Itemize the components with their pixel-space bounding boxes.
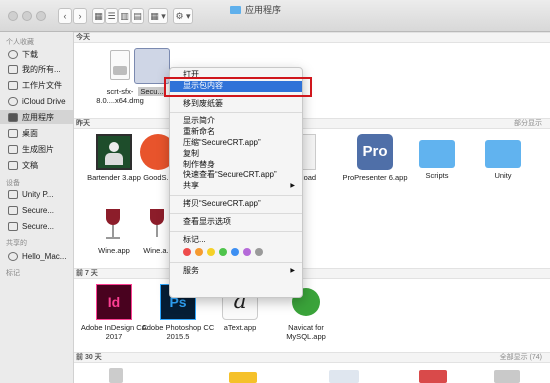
menu-separator <box>170 112 302 114</box>
sidebar-item-documents[interactable]: 文稿 <box>0 158 73 172</box>
documents-icon <box>8 80 18 90</box>
tag-orange[interactable] <box>195 248 203 257</box>
sidebar-item-all-files[interactable]: 我的所有... <box>0 62 73 76</box>
menu-separator <box>170 230 302 232</box>
partial-app-icon[interactable] <box>419 370 447 383</box>
icon-view-button[interactable]: ▦ <box>92 8 105 24</box>
menu-item-get-info[interactable]: 显示简介 <box>170 116 302 127</box>
cover-flow-button[interactable]: ▤ <box>131 8 144 24</box>
folder-icon <box>8 144 18 154</box>
show-partial-link[interactable]: 部分显示 <box>514 119 542 129</box>
applications-icon <box>8 112 18 122</box>
sidebar-item-images[interactable]: 生成图片 <box>0 142 73 156</box>
menu-item-share[interactable]: 共享 ▶ <box>170 181 302 192</box>
tag-red[interactable] <box>183 248 191 257</box>
partial-app-icon[interactable] <box>229 372 257 383</box>
back-button[interactable]: ‹ <box>58 8 72 24</box>
tag-purple[interactable] <box>243 248 251 257</box>
file-item-scripts[interactable]: Scripts <box>401 134 473 180</box>
sidebar-item-icloud-drive[interactable]: iCloud Drive <box>0 94 73 108</box>
favorites-header: 个人收藏 <box>6 39 34 46</box>
action-gear-button[interactable]: ⚙ ▾ <box>173 8 193 24</box>
zoom-window-button[interactable] <box>36 11 46 21</box>
folder-icon <box>485 140 521 168</box>
list-view-button[interactable]: ☰ <box>105 8 118 24</box>
documents-icon <box>8 160 18 170</box>
menu-item-duplicate[interactable]: 复制 <box>170 149 302 160</box>
menu-item-show-view-options[interactable]: 查看显示选项 <box>170 217 302 228</box>
menu-item-rename[interactable]: 重新命名 <box>170 127 302 138</box>
sidebar-device-secure-2[interactable]: Secure... <box>0 219 73 233</box>
sidebar-device-secure-1[interactable]: Secure... <box>0 203 73 217</box>
context-menu: 打开 显示包内容 移到废纸篓 显示简介 重新命名 压缩“SecureCRT.ap… <box>169 67 303 298</box>
column-view-button[interactable]: ▥ <box>118 8 131 24</box>
close-window-button[interactable] <box>8 11 18 21</box>
sidebar-shared-hello-mac[interactable]: Hello_Mac... <box>0 249 73 263</box>
sidebar-item-work-files[interactable]: 工作片文件 <box>0 78 73 92</box>
indesign-app-icon: Id <box>96 284 132 320</box>
file-item-unity[interactable]: Unity <box>467 134 539 180</box>
sidebar-item-downloads[interactable]: 下载 <box>0 47 73 61</box>
desktop-icon <box>8 128 18 138</box>
all-files-icon <box>8 64 18 74</box>
tag-gray[interactable] <box>255 248 263 257</box>
cloud-icon <box>8 96 18 106</box>
disk-icon <box>8 221 18 231</box>
partial-app-icon[interactable] <box>329 370 359 383</box>
partial-app-icon[interactable] <box>109 368 123 383</box>
menu-item-services[interactable]: 服务 ▶ <box>170 266 302 277</box>
tag-color-row <box>170 245 302 259</box>
shared-header: 共享的 <box>6 240 27 247</box>
section-yesterday: 昨天 部分显示 <box>74 118 550 129</box>
disk-icon <box>8 189 18 199</box>
download-icon <box>8 49 18 59</box>
sidebar-device-unity[interactable]: Unity P... <box>0 187 73 201</box>
disk-icon <box>8 205 18 215</box>
window-title: 应用程序 <box>230 3 281 16</box>
sidebar: 个人收藏 下载 我的所有... 工作片文件 iCloud Drive 应用程序 … <box>0 32 74 383</box>
wine-app-icon <box>96 207 132 243</box>
forward-button[interactable]: › <box>73 8 87 24</box>
partial-app-icon[interactable] <box>494 370 520 383</box>
show-all-link[interactable]: 全部显示 (74) <box>500 353 542 363</box>
callout-highlight-box <box>164 77 312 97</box>
tags-header: 标记 <box>6 270 20 277</box>
propresenter-app-icon: Pro <box>357 134 393 170</box>
document-icon <box>302 134 316 170</box>
tag-yellow[interactable] <box>207 248 215 257</box>
minimize-window-button[interactable] <box>22 11 32 21</box>
submenu-arrow-icon: ▶ <box>290 183 295 190</box>
menu-item-compress[interactable]: 压缩“SecureCRT.app” <box>170 138 302 149</box>
section-last-7-days: 前 7 天 <box>74 268 550 279</box>
sidebar-item-desktop[interactable]: 桌面 <box>0 126 73 140</box>
arrange-button[interactable]: ▦ ▾ <box>148 8 168 24</box>
folder-icon <box>419 140 455 168</box>
title-bar: ‹ › ▦ ☰ ▥ ▤ ▦ ▾ ⚙ ▾ 应用程序 <box>0 0 550 32</box>
menu-item-quick-look[interactable]: 快速查看“SecureCRT.app” <box>170 170 302 181</box>
menu-separator <box>170 194 302 196</box>
menu-separator <box>170 262 302 264</box>
menu-item-make-alias[interactable]: 制作替身 <box>170 160 302 171</box>
bartender-app-icon <box>96 134 132 170</box>
menu-item-tags[interactable]: 标记... <box>170 235 302 246</box>
sidebar-item-applications[interactable]: 应用程序 <box>0 110 73 124</box>
section-last-30-days: 前 30 天全部显示 (74) <box>74 352 550 363</box>
file-browser: 今天 scrt-sfx-8.0....x64.dmg Secu... 昨天 部分显… <box>74 32 550 383</box>
tag-green[interactable] <box>219 248 227 257</box>
submenu-arrow-icon: ▶ <box>290 268 295 275</box>
tag-blue[interactable] <box>231 248 239 257</box>
menu-separator <box>170 212 302 214</box>
network-computer-icon <box>8 251 18 261</box>
menu-item-copy[interactable]: 拷贝“SecureCRT.app” <box>170 199 302 210</box>
menu-item-move-to-trash[interactable]: 移到废纸篓 <box>170 99 302 110</box>
section-today: 今天 <box>74 32 550 43</box>
folder-icon <box>230 5 241 14</box>
